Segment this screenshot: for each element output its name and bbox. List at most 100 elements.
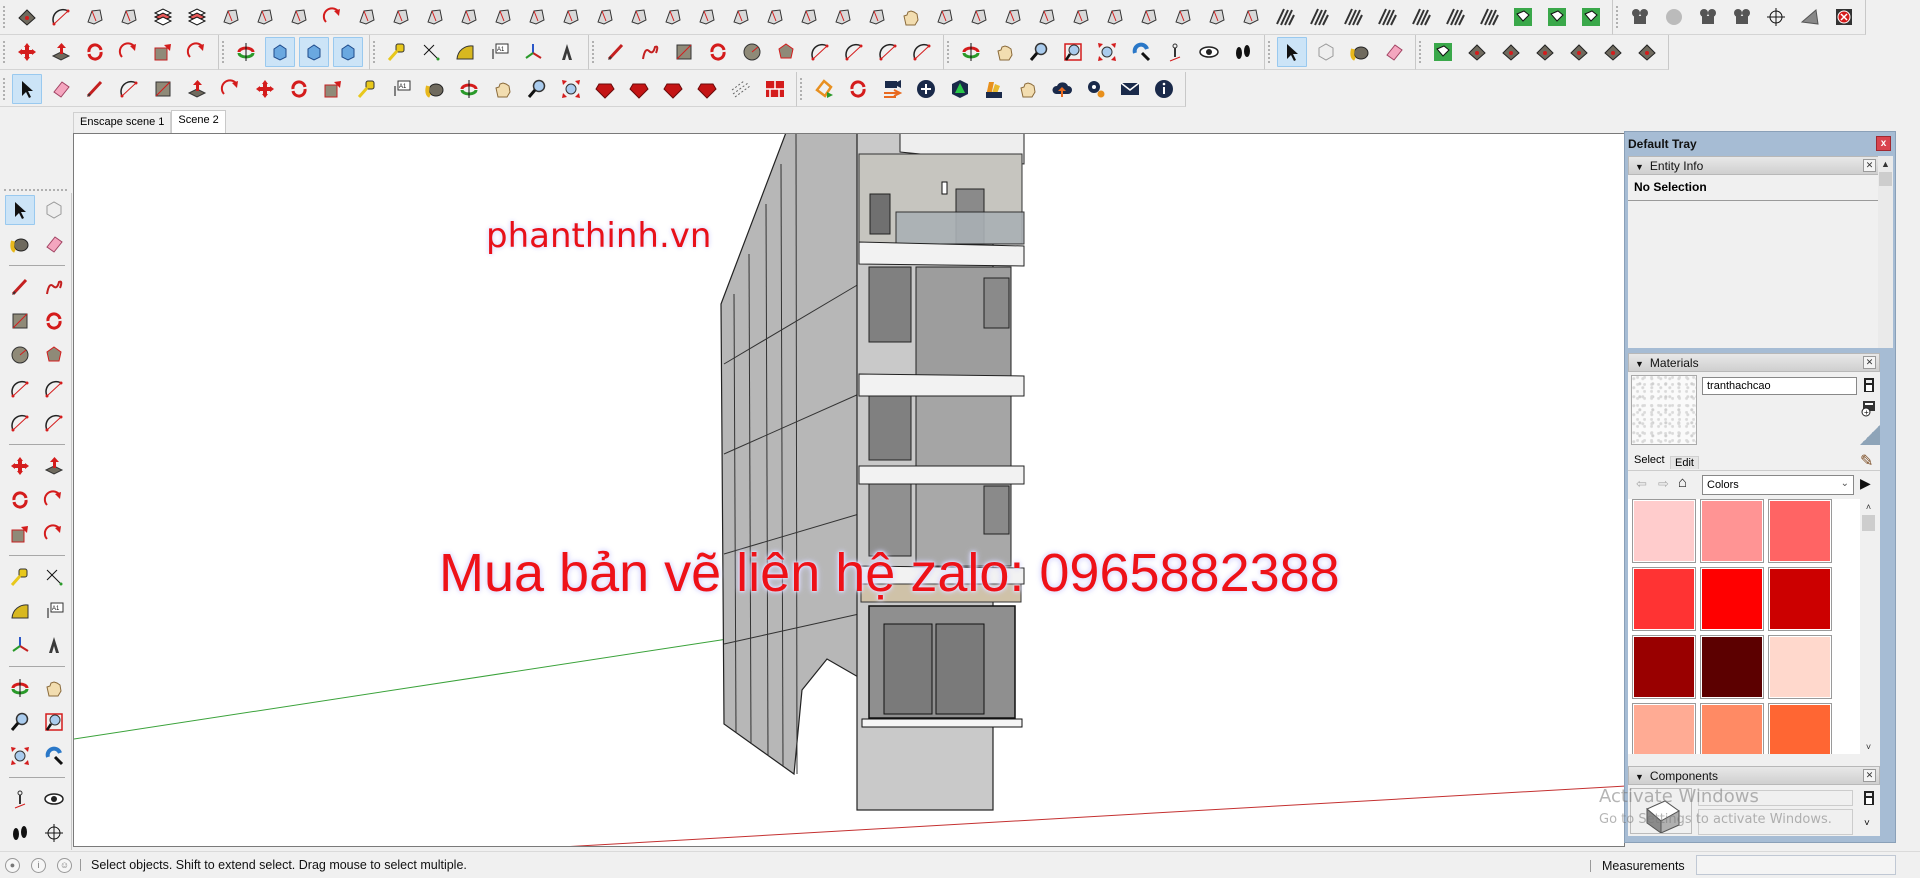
material-swatch[interactable]: [1700, 703, 1764, 754]
text-button[interactable]: A1: [39, 596, 69, 626]
model-scene[interactable]: [74, 134, 1625, 847]
drawing-viewport[interactable]: phanthinh.vn Mua bản vẽ liên hệ zalo: 09…: [73, 133, 1625, 847]
back-arrow-icon[interactable]: ⇦: [1636, 476, 1647, 492]
material-name-input[interactable]: tranthachcao: [1702, 377, 1857, 395]
scroll-down-icon[interactable]: ˅: [1861, 739, 1876, 754]
drape-button[interactable]: [1564, 37, 1594, 67]
create-material-icon[interactable]: +: [1860, 399, 1878, 417]
push-pull-button[interactable]: [46, 37, 76, 67]
walk-button[interactable]: [1228, 37, 1258, 67]
protractor-button[interactable]: [450, 37, 480, 67]
text-button[interactable]: A1: [484, 37, 514, 67]
zoom-button[interactable]: [5, 707, 35, 737]
enscape-video-button[interactable]: [877, 74, 907, 104]
zoom-extents-button[interactable]: [556, 74, 586, 104]
offset-button[interactable]: [182, 37, 212, 67]
position-camera-button[interactable]: [5, 784, 35, 814]
component-preview[interactable]: [1630, 788, 1692, 834]
hatch-5-button[interactable]: [1406, 2, 1436, 32]
hatch-4-button[interactable]: [1372, 2, 1402, 32]
hatch-1-button[interactable]: [1270, 2, 1300, 32]
render-camera-2-button[interactable]: [1693, 2, 1723, 32]
details-arrow-icon[interactable]: ▶: [1860, 475, 1871, 492]
zoom-button[interactable]: [1024, 37, 1054, 67]
polygon-button[interactable]: [39, 340, 69, 370]
scroll-up-icon[interactable]: ˄: [1861, 499, 1876, 514]
render-camera-3-button[interactable]: [1727, 2, 1757, 32]
entity-info-scrollbar[interactable]: ▲: [1878, 156, 1893, 348]
material-swatch[interactable]: [1632, 703, 1696, 754]
enscape-asset-button[interactable]: [945, 74, 975, 104]
joint-push-button[interactable]: [488, 2, 518, 32]
circle-button[interactable]: [5, 340, 35, 370]
components-close-button[interactable]: ✕: [1863, 769, 1876, 782]
material-swatch[interactable]: [1768, 567, 1832, 631]
scrollbar-thumb[interactable]: [1862, 515, 1875, 531]
zoom-button[interactable]: [522, 74, 552, 104]
rotate-button[interactable]: [5, 485, 35, 515]
push-pull-button[interactable]: [182, 74, 212, 104]
dimension-button[interactable]: [416, 37, 446, 67]
material-library-select[interactable]: Colors ⌄: [1702, 475, 1854, 495]
hatch-2-button[interactable]: [1304, 2, 1334, 32]
component-description-field[interactable]: [1698, 809, 1853, 835]
pie-button[interactable]: [39, 408, 69, 438]
balusters-button[interactable]: [794, 2, 824, 32]
material-swatch[interactable]: [1700, 567, 1764, 631]
intersect-button[interactable]: [216, 2, 246, 32]
protractor-button[interactable]: [5, 596, 35, 626]
terrain-stamp-button[interactable]: [1542, 2, 1572, 32]
tray-close-button[interactable]: x: [1876, 136, 1891, 151]
cancel-render-button[interactable]: [1829, 2, 1859, 32]
terrain-button[interactable]: [1508, 2, 1538, 32]
wall-tool-button[interactable]: [930, 2, 960, 32]
extrude-edges-button[interactable]: [284, 2, 314, 32]
rectangle-button[interactable]: [148, 74, 178, 104]
window-maker-button[interactable]: [658, 2, 688, 32]
2pt-arc-button[interactable]: [839, 37, 869, 67]
pencil-button[interactable]: [80, 74, 110, 104]
smoove-button[interactable]: [1496, 37, 1526, 67]
tube-button[interactable]: [624, 2, 654, 32]
material-swatch[interactable]: [1700, 499, 1764, 563]
flatten-button[interactable]: [726, 2, 756, 32]
eraser-button[interactable]: [1379, 37, 1409, 67]
fillet-button[interactable]: [522, 2, 552, 32]
scrollbar-thumb[interactable]: [1879, 172, 1892, 186]
arc-button[interactable]: [5, 374, 35, 404]
select-button[interactable]: [1277, 37, 1307, 67]
view-top-button[interactable]: [299, 37, 329, 67]
rotate-button[interactable]: [284, 74, 314, 104]
select-button[interactable]: [12, 74, 42, 104]
tape-measure-button[interactable]: [382, 37, 412, 67]
material-swatch[interactable]: [1768, 499, 1832, 563]
paint-bucket-button[interactable]: [420, 74, 450, 104]
layers-color-button[interactable]: [182, 2, 212, 32]
scroll-up-icon[interactable]: ▲: [1878, 156, 1893, 171]
tape-measure-button[interactable]: [5, 562, 35, 592]
scene-tab-enscape-scene-1[interactable]: Enscape scene 1: [73, 112, 172, 133]
component-name-field[interactable]: [1698, 790, 1853, 806]
bolt-button[interactable]: [998, 2, 1028, 32]
brick-wall-button[interactable]: [760, 74, 790, 104]
bend-button[interactable]: [352, 2, 382, 32]
follow-me-button[interactable]: [39, 485, 69, 515]
layers-button[interactable]: [148, 2, 178, 32]
2pt-arc-button[interactable]: [39, 374, 69, 404]
material-swatch[interactable]: [1700, 635, 1764, 699]
material-swatch[interactable]: [1768, 703, 1832, 754]
building-model[interactable]: [720, 134, 1025, 811]
arc-button[interactable]: [805, 37, 835, 67]
render-sphere-button[interactable]: [1659, 2, 1689, 32]
section-fill-button[interactable]: [1795, 2, 1825, 32]
add-detail-button[interactable]: [1598, 37, 1628, 67]
orbit-button[interactable]: [5, 673, 35, 703]
position-camera-button[interactable]: [1160, 37, 1190, 67]
pan-button[interactable]: [39, 673, 69, 703]
foundation-button[interactable]: [1032, 2, 1062, 32]
pan-button[interactable]: [990, 37, 1020, 67]
make-component-button[interactable]: [1311, 37, 1341, 67]
push-pull-button[interactable]: [39, 451, 69, 481]
move-button[interactable]: [250, 74, 280, 104]
orbit-button[interactable]: [956, 37, 986, 67]
